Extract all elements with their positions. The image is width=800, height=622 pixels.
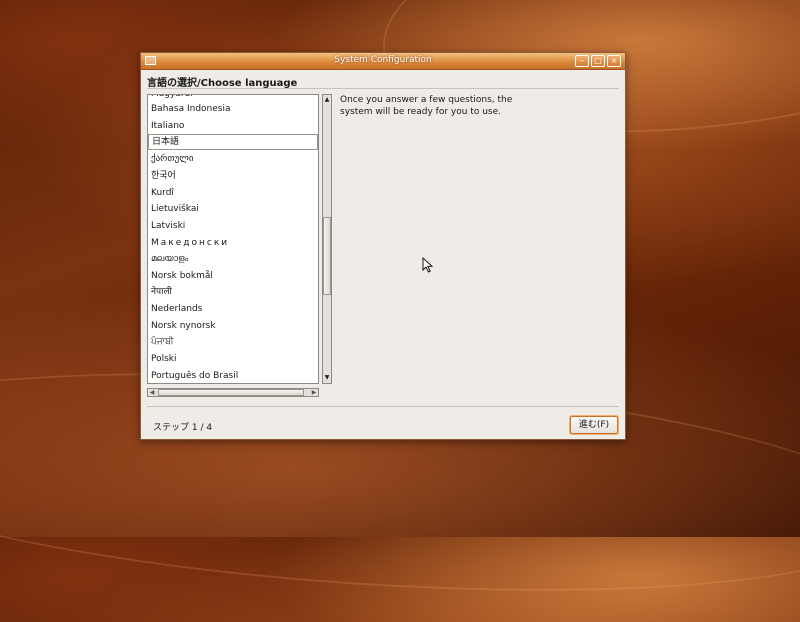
- language-item[interactable]: Bahasa Indonesia: [148, 101, 318, 117]
- system-configuration-window: System Configuration – □ × 言語の選択/Choose …: [140, 52, 626, 440]
- horizontal-scrollbar-thumb[interactable]: [158, 389, 304, 396]
- language-item[interactable]: Polski: [148, 351, 318, 367]
- info-text: Once you answer a few questions, the sys…: [340, 95, 513, 117]
- language-item[interactable]: Português do Brasil: [148, 368, 318, 383]
- next-button[interactable]: 進む(F): [570, 416, 618, 434]
- divider: [147, 406, 619, 407]
- language-item[interactable]: Norsk bokmål: [148, 268, 318, 284]
- list-vertical-scrollbar[interactable]: ▲ ▼: [322, 94, 332, 384]
- scroll-right-arrow-icon[interactable]: ▶: [310, 389, 318, 396]
- language-item[interactable]: ਪੰਜਾਬੀ: [148, 334, 318, 350]
- language-item[interactable]: 한국어: [148, 168, 318, 184]
- window-title: System Configuration: [334, 55, 432, 65]
- scroll-left-arrow-icon[interactable]: ◀: [148, 389, 156, 396]
- language-item[interactable]: ქართული: [148, 151, 318, 167]
- language-item[interactable]: Norsk nynorsk: [148, 318, 318, 334]
- language-item[interactable]: Latviski: [148, 218, 318, 234]
- language-item[interactable]: Italiano: [148, 118, 318, 134]
- language-item[interactable]: Lietuviškai: [148, 201, 318, 217]
- maximize-icon[interactable]: □: [591, 55, 605, 67]
- window-titlebar[interactable]: System Configuration – □ ×: [141, 53, 625, 70]
- language-item[interactable]: Kurdî: [148, 185, 318, 201]
- step-indicator: ステップ 1 / 4: [153, 423, 213, 433]
- scrollbar-thumb[interactable]: [323, 217, 331, 295]
- language-item[interactable]: മലയാളം: [148, 251, 318, 267]
- page-title: 言語の選択/Choose language: [147, 78, 298, 89]
- language-list[interactable]: Magyarul Bahasa Indonesia Italiano 日本語 ქ…: [147, 94, 319, 384]
- language-item[interactable]: Nederlands: [148, 301, 318, 317]
- list-horizontal-scrollbar[interactable]: ◀ ▶: [147, 388, 319, 397]
- scroll-down-arrow-icon[interactable]: ▼: [323, 374, 331, 382]
- divider: [147, 88, 619, 89]
- mouse-pointer-icon: [422, 257, 434, 273]
- minimize-icon[interactable]: –: [575, 55, 589, 67]
- close-icon[interactable]: ×: [607, 55, 621, 67]
- language-item-selected[interactable]: 日本語: [148, 134, 318, 150]
- language-item[interactable]: Македонски: [148, 235, 318, 251]
- language-item[interactable]: नेपाली: [148, 284, 318, 300]
- scroll-up-arrow-icon[interactable]: ▲: [323, 96, 331, 104]
